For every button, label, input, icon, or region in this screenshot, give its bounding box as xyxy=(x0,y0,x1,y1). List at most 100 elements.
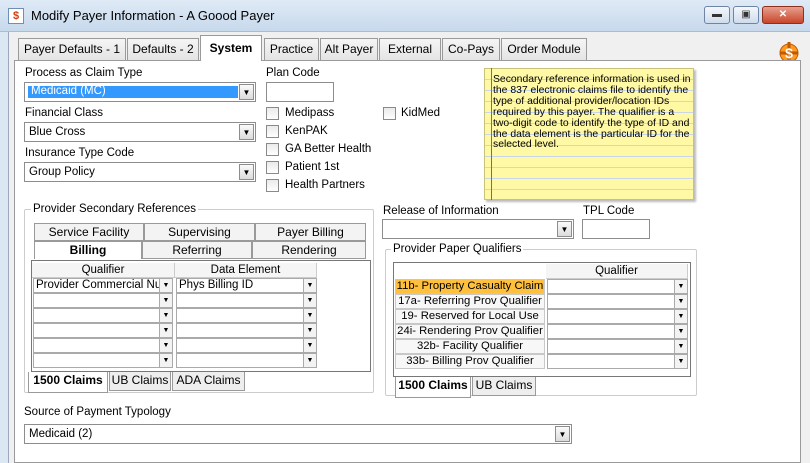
note-margin-line xyxy=(491,68,492,200)
paper-row-label-11b[interactable]: 11b- Property Casualty Claim xyxy=(395,279,545,294)
chevron-down-icon[interactable]: ▼ xyxy=(159,324,172,337)
minimize-button[interactable]: ▬ xyxy=(704,6,730,24)
subtab-service-facility[interactable]: Service Facility xyxy=(34,223,144,241)
patient-1st-checkbox[interactable] xyxy=(266,161,279,174)
paper-qualifier-cell-17a[interactable]: ▼ xyxy=(547,294,688,309)
chevron-down-icon[interactable]: ▼ xyxy=(674,340,687,353)
qualifier-cell-4[interactable]: ▼ xyxy=(33,323,173,338)
chevron-down-icon[interactable]: ▼ xyxy=(239,164,254,180)
qualifier-cell-5[interactable]: ▼ xyxy=(33,338,173,353)
subtab-payer-billing[interactable]: Payer Billing xyxy=(255,223,366,241)
paper-row-label-32b[interactable]: 32b- Facility Qualifier xyxy=(395,339,545,354)
plan-code-label: Plan Code xyxy=(266,67,320,79)
ga-better-health-checkbox[interactable] xyxy=(266,143,279,156)
source-of-payment-select[interactable]: Medicaid (2) ▼ xyxy=(24,424,572,444)
health-partners-checkbox[interactable] xyxy=(266,179,279,192)
paper-row-label-19[interactable]: 19- Reserved for Local Use xyxy=(395,309,545,324)
process-claim-type-select[interactable]: Medicaid (MC) ▼ xyxy=(24,82,256,102)
element-cell-1[interactable]: Phys Billing ID ▼ xyxy=(176,278,317,293)
chevron-down-icon[interactable]: ▼ xyxy=(239,124,254,140)
chevron-down-icon[interactable]: ▼ xyxy=(239,84,254,100)
subtab-supervising[interactable]: Supervising xyxy=(144,223,255,241)
provider-secondary-references-title: Provider Secondary References xyxy=(31,203,198,215)
kidmed-checkbox[interactable] xyxy=(383,107,396,120)
tab-1500-claims[interactable]: 1500 Claims xyxy=(28,372,108,393)
health-partners-label: Health Partners xyxy=(285,179,365,191)
help-note-text: Secondary reference information is used … xyxy=(493,74,691,151)
element-cell-5[interactable]: ▼ xyxy=(176,338,317,353)
paper-qualifier-cell-19[interactable]: ▼ xyxy=(547,309,688,324)
chevron-down-icon[interactable]: ▼ xyxy=(303,324,316,337)
qualifier-cell-2[interactable]: ▼ xyxy=(33,293,173,308)
paper-qualifier-cell-11b[interactable]: ▼ xyxy=(547,279,688,294)
process-claim-type-value: Medicaid (MC) xyxy=(27,85,239,99)
chevron-down-icon[interactable]: ▼ xyxy=(674,295,687,308)
chevron-down-icon[interactable]: ▼ xyxy=(555,426,570,442)
tab-ub-claims[interactable]: UB Claims xyxy=(109,372,171,391)
close-button[interactable]: ✕ xyxy=(762,6,804,24)
chevron-down-icon[interactable]: ▼ xyxy=(674,325,687,338)
financial-class-value: Blue Cross xyxy=(29,126,86,138)
subtab-referring[interactable]: Referring xyxy=(142,241,252,259)
tab-system[interactable]: System xyxy=(200,35,262,61)
tpl-code-input[interactable] xyxy=(582,219,650,239)
element-value: Phys Billing ID xyxy=(179,279,254,291)
qualifier-cell-6[interactable]: ▼ xyxy=(33,353,173,368)
financial-class-label: Financial Class xyxy=(25,107,103,119)
chevron-down-icon[interactable]: ▼ xyxy=(159,279,172,292)
tab-practice[interactable]: Practice xyxy=(264,38,319,60)
chevron-down-icon[interactable]: ▼ xyxy=(303,279,316,292)
insurance-type-select[interactable]: Group Policy ▼ xyxy=(24,162,256,182)
source-of-payment-label: Source of Payment Typology xyxy=(24,406,171,418)
chevron-down-icon[interactable]: ▼ xyxy=(159,309,172,322)
paper-qualifier-cell-33b[interactable]: ▼ xyxy=(547,354,688,369)
subtab-billing[interactable]: Billing xyxy=(34,241,142,259)
chevron-down-icon[interactable]: ▼ xyxy=(303,339,316,352)
chevron-down-icon[interactable]: ▼ xyxy=(303,309,316,322)
chevron-down-icon[interactable]: ▼ xyxy=(674,310,687,323)
chevron-down-icon[interactable]: ▼ xyxy=(303,294,316,307)
paper-qualifier-column-header: Qualifier xyxy=(546,264,688,279)
maximize-button[interactable]: ▣ xyxy=(733,6,759,24)
element-cell-3[interactable]: ▼ xyxy=(176,308,317,323)
element-cell-6[interactable]: ▼ xyxy=(176,353,317,368)
element-cell-2[interactable]: ▼ xyxy=(176,293,317,308)
element-cell-4[interactable]: ▼ xyxy=(176,323,317,338)
window-title: Modify Payer Information - A Goood Payer xyxy=(31,8,275,23)
qualifier-cell-1[interactable]: Provider Commercial Numl ▼ xyxy=(33,278,173,293)
chevron-down-icon[interactable]: ▼ xyxy=(159,354,172,367)
kenpak-checkbox[interactable] xyxy=(266,125,279,138)
financial-class-select[interactable]: Blue Cross ▼ xyxy=(24,122,256,142)
chevron-down-icon[interactable]: ▼ xyxy=(557,221,572,237)
tab-order-module[interactable]: Order Module xyxy=(501,38,587,60)
chevron-down-icon[interactable]: ▼ xyxy=(303,354,316,367)
paper-row-label-24i[interactable]: 24i- Rendering Prov Qualifier xyxy=(395,324,545,339)
tab-external[interactable]: External xyxy=(379,38,441,60)
process-claim-type-label: Process as Claim Type xyxy=(25,67,143,79)
tab-co-pays[interactable]: Co-Pays xyxy=(442,38,500,60)
qualifier-cell-3[interactable]: ▼ xyxy=(33,308,173,323)
data-element-column-header: Data Element xyxy=(175,263,317,278)
tab-alt-payer[interactable]: Alt Payer xyxy=(320,38,378,60)
chevron-down-icon[interactable]: ▼ xyxy=(159,294,172,307)
chevron-down-icon[interactable]: ▼ xyxy=(674,280,687,293)
plan-code-input[interactable] xyxy=(266,82,334,102)
tab-payer-defaults-1[interactable]: Payer Defaults - 1 xyxy=(18,38,126,60)
medipass-checkbox[interactable] xyxy=(266,107,279,120)
paper-qualifier-cell-24i[interactable]: ▼ xyxy=(547,324,688,339)
release-of-information-select[interactable]: ▼ xyxy=(382,219,574,239)
paper-row-label-17a[interactable]: 17a- Referring Prov Qualifier xyxy=(395,294,545,309)
paper-tab-ub-claims[interactable]: UB Claims xyxy=(472,377,536,396)
tab-ada-claims[interactable]: ADA Claims xyxy=(172,372,245,391)
qualifier-column-header: Qualifier xyxy=(32,263,175,278)
medipass-label: Medipass xyxy=(285,107,335,119)
chevron-down-icon[interactable]: ▼ xyxy=(674,355,687,368)
paper-qualifier-cell-32b[interactable]: ▼ xyxy=(547,339,688,354)
insurance-type-value: Group Policy xyxy=(29,166,95,178)
payer-icon: $ xyxy=(8,8,24,24)
paper-row-label-33b[interactable]: 33b- Billing Prov Qualifier xyxy=(395,354,545,369)
subtab-rendering[interactable]: Rendering xyxy=(252,241,366,259)
chevron-down-icon[interactable]: ▼ xyxy=(159,339,172,352)
paper-tab-1500-claims[interactable]: 1500 Claims xyxy=(395,377,471,398)
tab-defaults-2[interactable]: Defaults - 2 xyxy=(127,38,199,60)
